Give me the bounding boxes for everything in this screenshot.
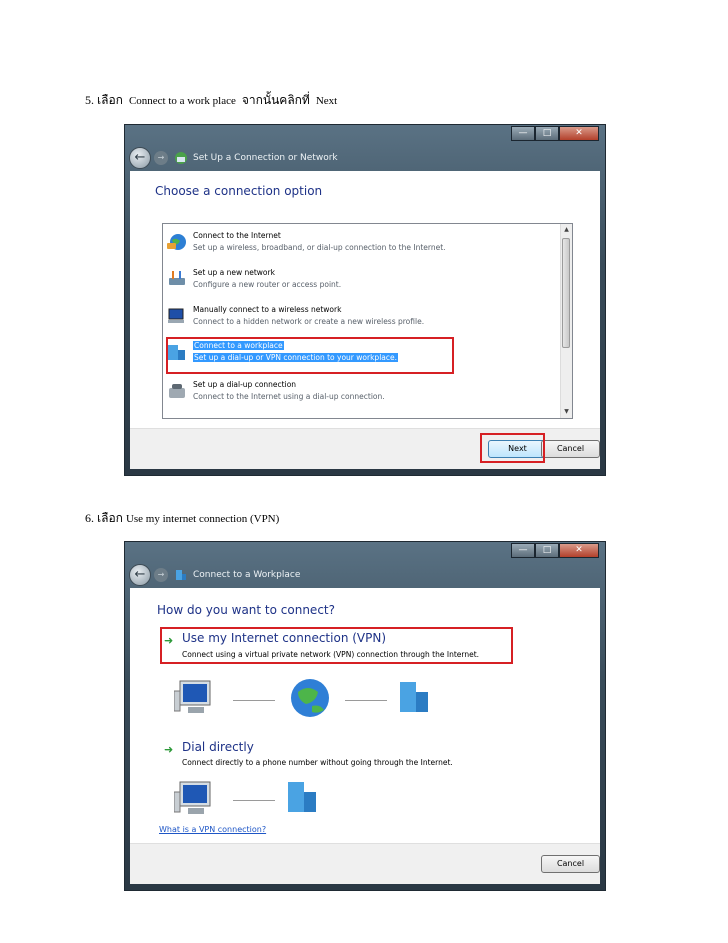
maximize-button[interactable]: □ <box>535 126 559 141</box>
setup-connection-window: — □ ✕ ← → Set Up a Connection or Network… <box>124 124 606 476</box>
maximize-button[interactable]: □ <box>535 543 559 558</box>
option-new-network[interactable]: Set up a new network Configure a new rou… <box>166 264 436 298</box>
window-title: Set Up a Connection or Network <box>193 153 338 163</box>
computer-icon <box>174 680 211 713</box>
scroll-up-icon[interactable]: ▲ <box>561 225 572 235</box>
highlight-vpn-option <box>160 627 513 664</box>
connector-line <box>233 700 275 701</box>
window-controls: — □ ✕ <box>511 126 599 141</box>
minimize-button[interactable]: — <box>511 126 535 141</box>
connector-line <box>233 800 275 801</box>
computer-icon <box>174 781 211 814</box>
green-arrow-icon: ➜ <box>164 743 174 756</box>
back-arrow-icon[interactable]: ← <box>129 147 151 169</box>
dialog-content: Choose a connection option Connect to th… <box>130 171 600 469</box>
title-bar: ← → Connect to a Workplace <box>129 562 601 588</box>
dial-option-desc[interactable]: Connect directly to a phone number witho… <box>182 758 453 767</box>
router-icon <box>169 271 185 285</box>
window-controls: — □ ✕ <box>511 543 599 558</box>
page-heading: Choose a connection option <box>155 184 323 198</box>
vertical-scrollbar[interactable]: ▲ ▼ <box>560 224 572 418</box>
step-5-instruction: 5. เลือก Connect to a work place จากนั้น… <box>85 93 338 107</box>
scroll-down-icon[interactable]: ▼ <box>561 407 572 417</box>
forward-arrow-icon[interactable]: → <box>154 568 168 582</box>
connection-options-list[interactable]: Connect to the Internet Set up a wireles… <box>162 223 573 419</box>
highlight-next-button <box>480 433 545 463</box>
dial-option-title[interactable]: Dial directly <box>182 740 254 754</box>
close-button[interactable]: ✕ <box>559 126 599 141</box>
option-dialup[interactable]: Set up a dial-up connection Connect to t… <box>166 376 436 410</box>
phone-icon <box>169 384 185 398</box>
window-title: Connect to a Workplace <box>193 570 301 580</box>
globe-icon <box>291 679 329 717</box>
connector-line <box>345 700 387 701</box>
workplace-small-icon <box>176 570 186 580</box>
cancel-button[interactable]: Cancel <box>541 855 600 873</box>
dialog-content: How do you want to connect? ➜ Use my Int… <box>130 588 600 884</box>
cancel-button[interactable]: Cancel <box>541 440 600 458</box>
connect-workplace-window: — □ ✕ ← → Connect to a Workplace How do … <box>124 541 606 891</box>
wireless-computer-icon <box>168 308 184 323</box>
title-bar: ← → Set Up a Connection or Network <box>129 145 601 171</box>
page-heading: How do you want to connect? <box>157 603 335 617</box>
scroll-thumb[interactable] <box>562 238 570 348</box>
vpn-help-link[interactable]: What is a VPN connection? <box>159 825 266 834</box>
option-manual-wireless[interactable]: Manually connect to a wireless network C… <box>166 301 436 335</box>
network-icon <box>175 152 187 164</box>
globe-icon <box>167 234 186 250</box>
back-arrow-icon[interactable]: ← <box>129 564 151 586</box>
building-icon <box>400 682 428 712</box>
building-icon <box>288 782 316 812</box>
forward-arrow-icon[interactable]: → <box>154 151 168 165</box>
close-button[interactable]: ✕ <box>559 543 599 558</box>
option-connect-internet[interactable]: Connect to the Internet Set up a wireles… <box>166 227 446 261</box>
dialog-footer: Cancel <box>130 843 600 884</box>
dialog-footer: Next Cancel <box>130 428 600 469</box>
minimize-button[interactable]: — <box>511 543 535 558</box>
step-6-instruction: 6. เลือก Use my internet connection (VPN… <box>85 511 280 525</box>
highlight-workplace-option <box>166 337 454 374</box>
